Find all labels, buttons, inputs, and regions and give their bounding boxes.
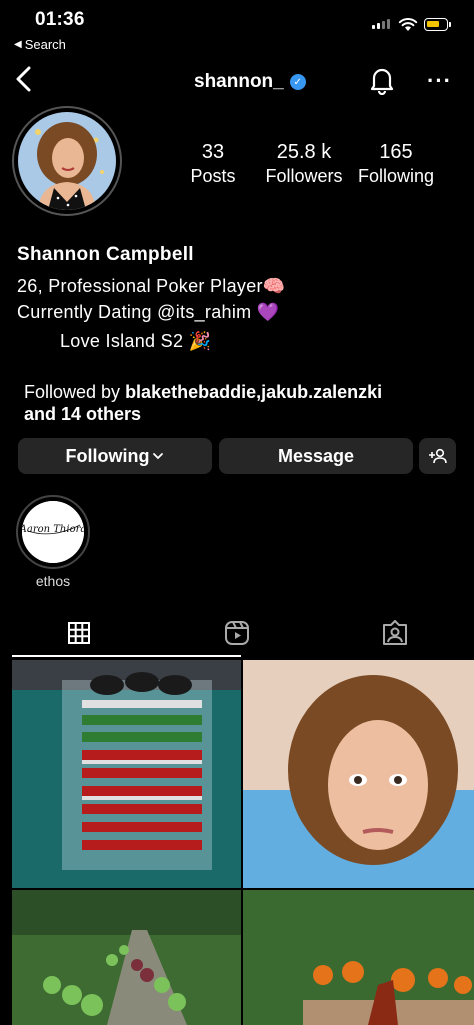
grid-icon[interactable] [67, 621, 91, 645]
battery-icon [424, 18, 448, 31]
post-thumbnail-portrait[interactable] [243, 660, 474, 888]
followers-label: Followers [265, 166, 343, 186]
stat-following[interactable]: 165 Following [352, 141, 440, 187]
stat-followers[interactable]: 25.8 k Followers [259, 141, 349, 187]
wifi-icon [398, 18, 418, 31]
bio-line-1: 26, Professional Poker Player🧠 [17, 276, 286, 296]
post-thumbnail-poker-chips[interactable] [12, 660, 241, 888]
profile-name: Shannon Campbell [17, 244, 194, 265]
reels-icon[interactable] [224, 620, 250, 646]
posts-count: 33 [201, 141, 225, 163]
following-count: 165 [379, 141, 413, 163]
following-button-label: Following [65, 445, 150, 466]
followed-by-others: and 14 others [24, 404, 142, 424]
tagged-icon[interactable] [382, 620, 408, 646]
following-label: Following [357, 166, 435, 186]
add-person-icon [428, 448, 447, 464]
following-button[interactable]: Following [18, 438, 212, 474]
followed-by-prefix: Followed by [24, 382, 126, 402]
notification-bell-icon[interactable] [369, 65, 395, 95]
back-triangle-icon: ◀ [14, 39, 22, 50]
back-to-search[interactable]: ◀ Search [14, 37, 66, 52]
highlight-cover-text: Aaron Thiora [22, 524, 84, 535]
verified-badge-icon: ✓ [289, 74, 306, 90]
highlight-label: ethos [35, 573, 71, 589]
profile-avatar[interactable] [18, 112, 116, 210]
username-text: shannon_ [194, 71, 284, 92]
suggested-accounts-button[interactable] [419, 438, 456, 474]
cellular-signal-icon [372, 19, 390, 29]
profile-username: shannon_ ✓ [194, 71, 306, 93]
back-arrow-icon[interactable] [12, 64, 36, 94]
active-tab-indicator [12, 655, 241, 657]
post-thumbnail-garden-rows[interactable] [12, 890, 241, 1025]
status-time: 01:36 [35, 9, 85, 30]
highlight-ethos[interactable]: Aaron Thiora [22, 501, 84, 563]
bio-line-3: Love Island S2 🎉 [60, 331, 212, 351]
more-options-icon[interactable]: ··· [427, 70, 452, 92]
post-thumbnail-flower-beds[interactable] [243, 890, 474, 1025]
followed-by[interactable]: Followed by blakethebaddie,jakub.zalenzk… [24, 381, 444, 425]
posts-label: Posts [190, 166, 236, 186]
message-button-label: Message [277, 445, 355, 466]
message-button[interactable]: Message [219, 438, 413, 474]
followers-count: 25.8 k [276, 141, 332, 163]
stat-posts[interactable]: 33 Posts [183, 141, 243, 187]
chevron-down-icon [153, 453, 164, 460]
back-app-label: Search [24, 37, 66, 52]
followed-by-names: blakethebaddie,jakub.zalenzki [125, 382, 383, 402]
bio-line-2[interactable]: Currently Dating @its_rahim 💜 [17, 302, 279, 323]
battery-tip [449, 22, 451, 27]
